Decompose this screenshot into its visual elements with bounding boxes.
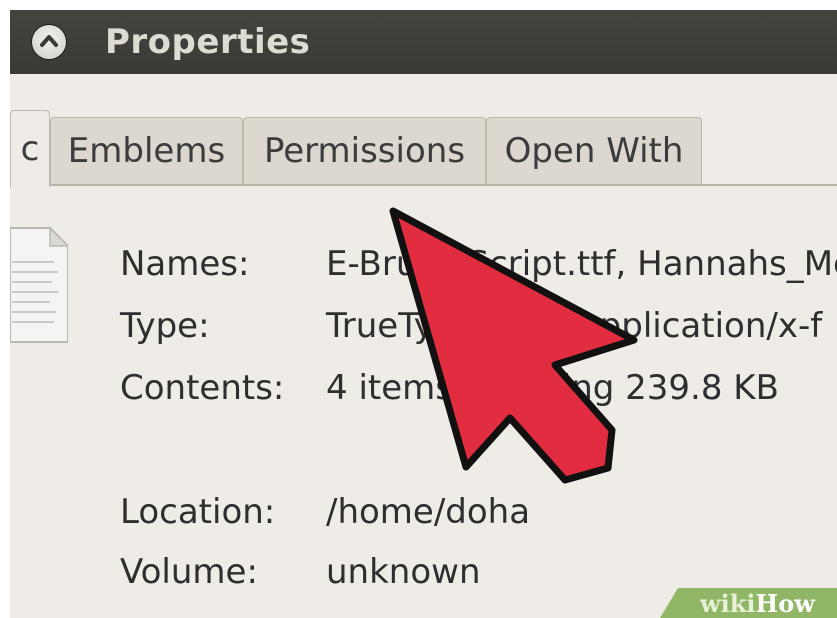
wikihow-watermark: wikiHow <box>700 590 815 618</box>
watermark-wiki: wiki <box>700 589 756 618</box>
watermark-how: How <box>755 589 815 618</box>
red-pointer-arrow-icon <box>389 207 638 484</box>
arrow-shape <box>389 207 638 484</box>
